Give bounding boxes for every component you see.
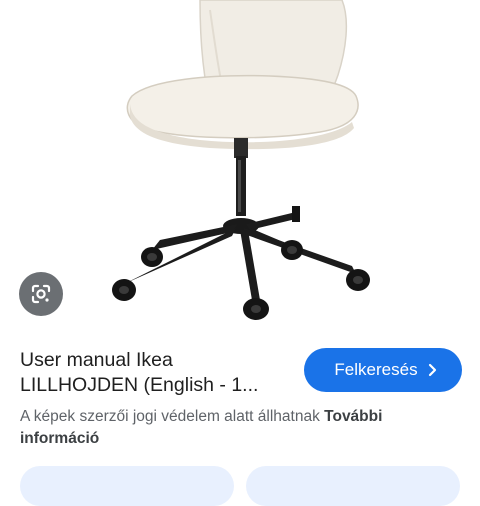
office-chair-image — [112, 0, 370, 320]
google-lens-button[interactable] — [19, 272, 63, 316]
copyright-notice: A képek szerzői jogi védelem alatt állha… — [20, 406, 460, 450]
result-image[interactable] — [0, 0, 480, 338]
result-title[interactable]: User manual Ikea LILLHOJDEN (English - 1… — [20, 348, 295, 398]
chevron-right-icon — [428, 363, 438, 377]
visit-button[interactable]: Felkeresés — [304, 348, 462, 392]
visit-button-label: Felkeresés — [334, 360, 418, 379]
result-title-line-1: User manual Ikea — [20, 349, 173, 371]
result-title-line-2: LILLHOJDEN (English - 1... — [20, 374, 259, 396]
google-lens-icon — [31, 284, 51, 304]
bottom-chip-left[interactable] — [20, 466, 234, 506]
bottom-chip-right[interactable] — [246, 466, 460, 506]
more-info-link-line-2: információ — [20, 430, 100, 447]
copyright-text: A képek szerzői jogi védelem alatt állha… — [20, 408, 325, 425]
more-info-link-line-1: További — [324, 408, 383, 425]
